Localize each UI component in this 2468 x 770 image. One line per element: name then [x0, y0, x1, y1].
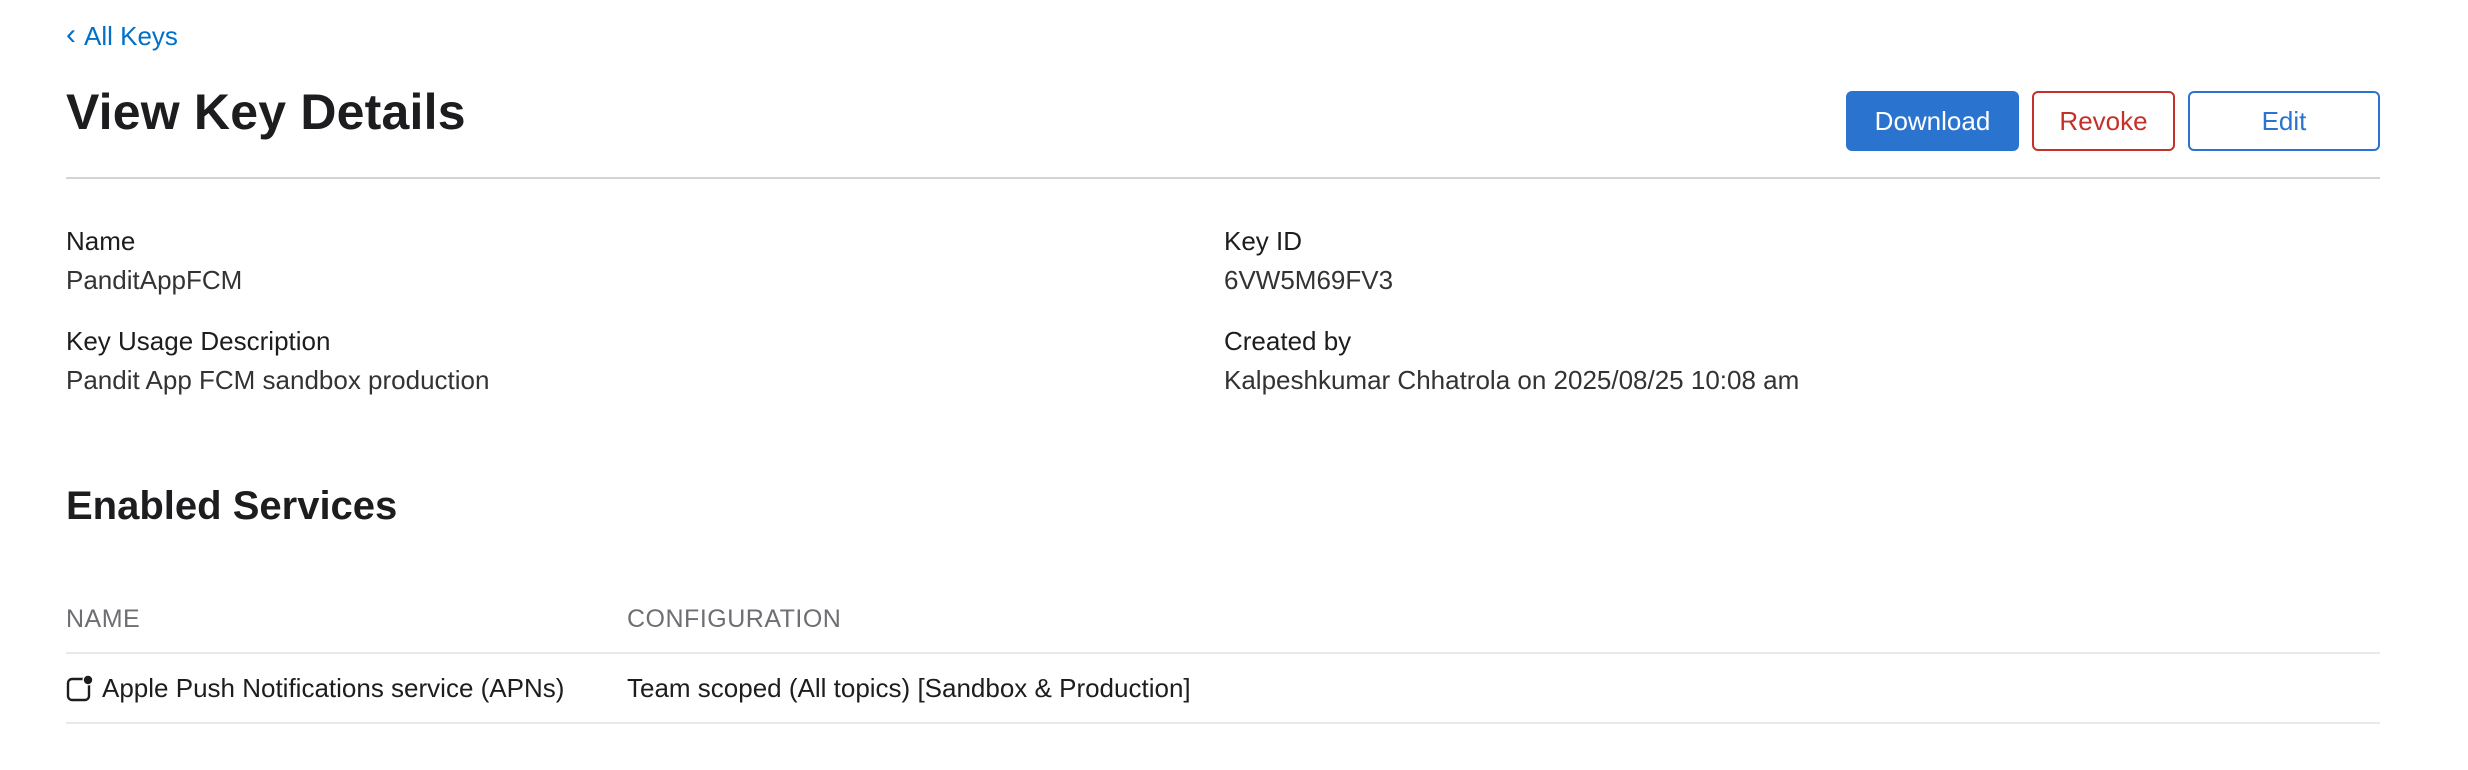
key-details-page: ‹ All Keys View Key Details Download Rev… — [0, 0, 2468, 770]
name-value: PanditAppFCM — [66, 265, 243, 295]
page-title: View Key Details — [66, 84, 466, 140]
notification-icon — [66, 674, 94, 702]
column-header-configuration: CONFIGURATION — [627, 605, 842, 633]
enabled-services-title: Enabled Services — [66, 484, 398, 528]
table-row: Apple Push Notifications service (APNs) … — [66, 654, 2380, 722]
chevron-left-icon: ‹ — [66, 17, 76, 51]
service-configuration: Team scoped (All topics) [Sandbox & Prod… — [627, 673, 1191, 703]
created-by-value: Kalpeshkumar Chhatrola on 2025/08/25 10:… — [1224, 365, 1800, 395]
description-value: Pandit App FCM sandbox production — [66, 365, 490, 395]
column-header-name: NAME — [66, 605, 141, 633]
name-label: Name — [66, 226, 136, 256]
header-divider — [66, 177, 2380, 179]
all-keys-link-label: All Keys — [84, 21, 178, 51]
edit-button[interactable]: Edit — [2188, 91, 2380, 151]
key-id-label: Key ID — [1224, 226, 1303, 256]
revoke-button[interactable]: Revoke — [2032, 91, 2175, 151]
all-keys-link[interactable]: ‹ All Keys — [66, 18, 178, 54]
download-button[interactable]: Download — [1846, 91, 2019, 151]
service-name-cell: Apple Push Notifications service (APNs) — [66, 671, 564, 705]
service-name: Apple Push Notifications service (APNs) — [102, 673, 565, 703]
key-id-value: 6VW5M69FV3 — [1224, 265, 1394, 295]
created-by-label: Created by — [1224, 326, 1352, 356]
description-label: Key Usage Description — [66, 326, 331, 356]
table-row-divider — [66, 722, 2380, 724]
